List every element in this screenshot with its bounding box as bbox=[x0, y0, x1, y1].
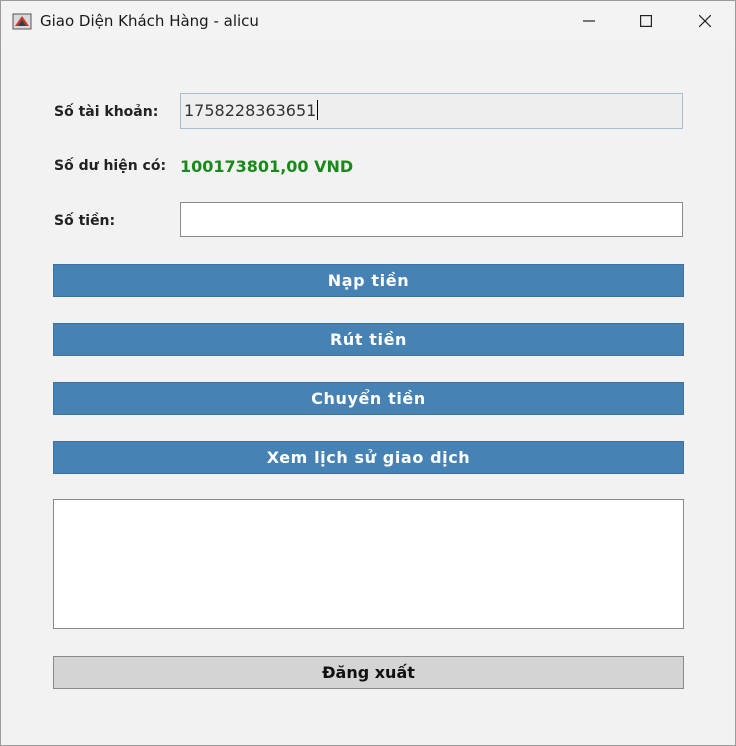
close-icon bbox=[699, 15, 711, 27]
minimize-icon bbox=[583, 20, 595, 22]
balance-value: 100173801,00 VND bbox=[180, 157, 354, 176]
account-number-field[interactable]: 1758228363651 bbox=[180, 93, 683, 129]
balance-label: Số dư hiện có: bbox=[54, 158, 167, 174]
maximize-icon bbox=[640, 15, 652, 27]
account-number-label: Số tài khoản: bbox=[54, 104, 159, 120]
logout-button[interactable]: Đăng xuất bbox=[53, 656, 684, 689]
java-app-icon bbox=[12, 11, 32, 31]
minimize-button[interactable] bbox=[566, 1, 612, 41]
transaction-log-area[interactable] bbox=[53, 499, 684, 629]
customer-window: Giao Diện Khách Hàng - alicu Số tài khoả… bbox=[0, 0, 736, 746]
transfer-button[interactable]: Chuyển tiền bbox=[53, 382, 684, 415]
maximize-button[interactable] bbox=[623, 1, 669, 41]
amount-input[interactable] bbox=[180, 202, 683, 237]
window-title: Giao Diện Khách Hàng - alicu bbox=[40, 12, 259, 30]
amount-label: Số tiền: bbox=[54, 213, 116, 229]
transaction-history-button[interactable]: Xem lịch sử giao dịch bbox=[53, 441, 684, 474]
text-caret bbox=[317, 100, 319, 120]
deposit-button[interactable]: Nạp tiền bbox=[53, 264, 684, 297]
account-number-value: 1758228363651 bbox=[184, 101, 317, 120]
title-bar[interactable]: Giao Diện Khách Hàng - alicu bbox=[1, 1, 735, 41]
withdraw-button[interactable]: Rút tiền bbox=[53, 323, 684, 356]
close-button[interactable] bbox=[682, 1, 728, 41]
